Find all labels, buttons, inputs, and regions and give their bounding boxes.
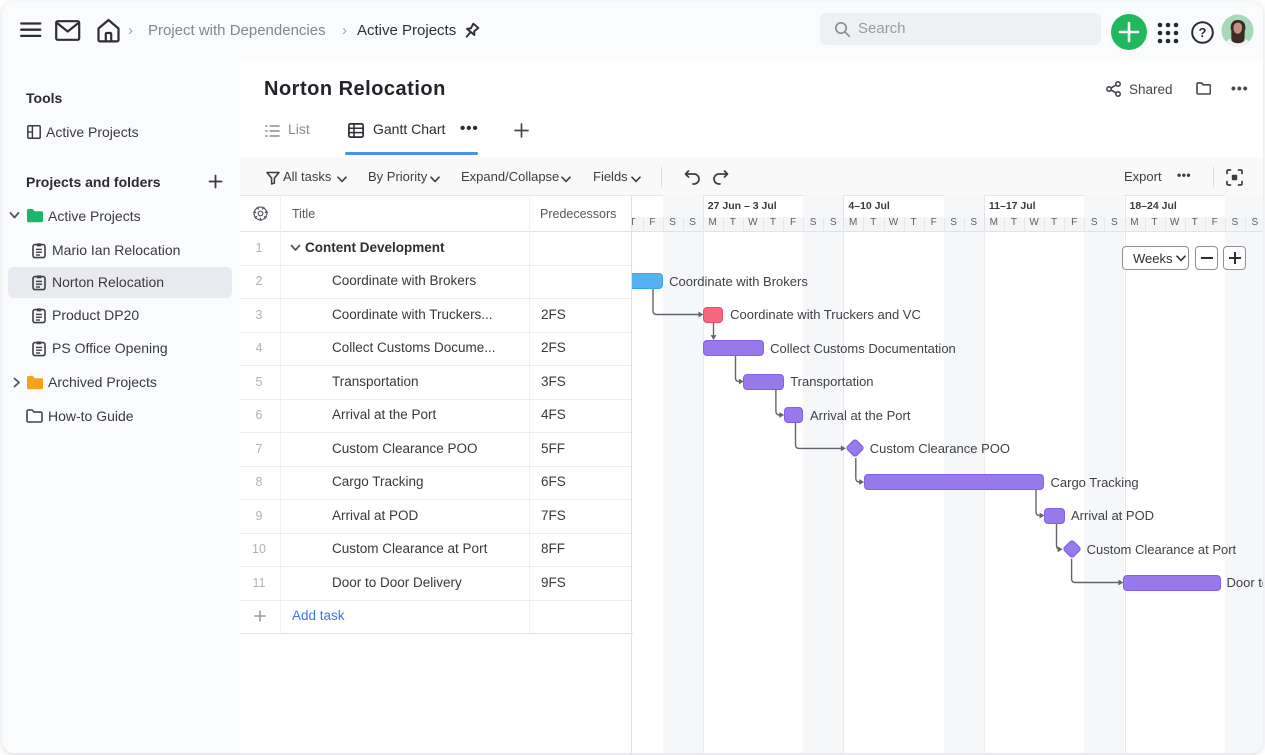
svg-text:?: ? bbox=[1199, 25, 1207, 40]
